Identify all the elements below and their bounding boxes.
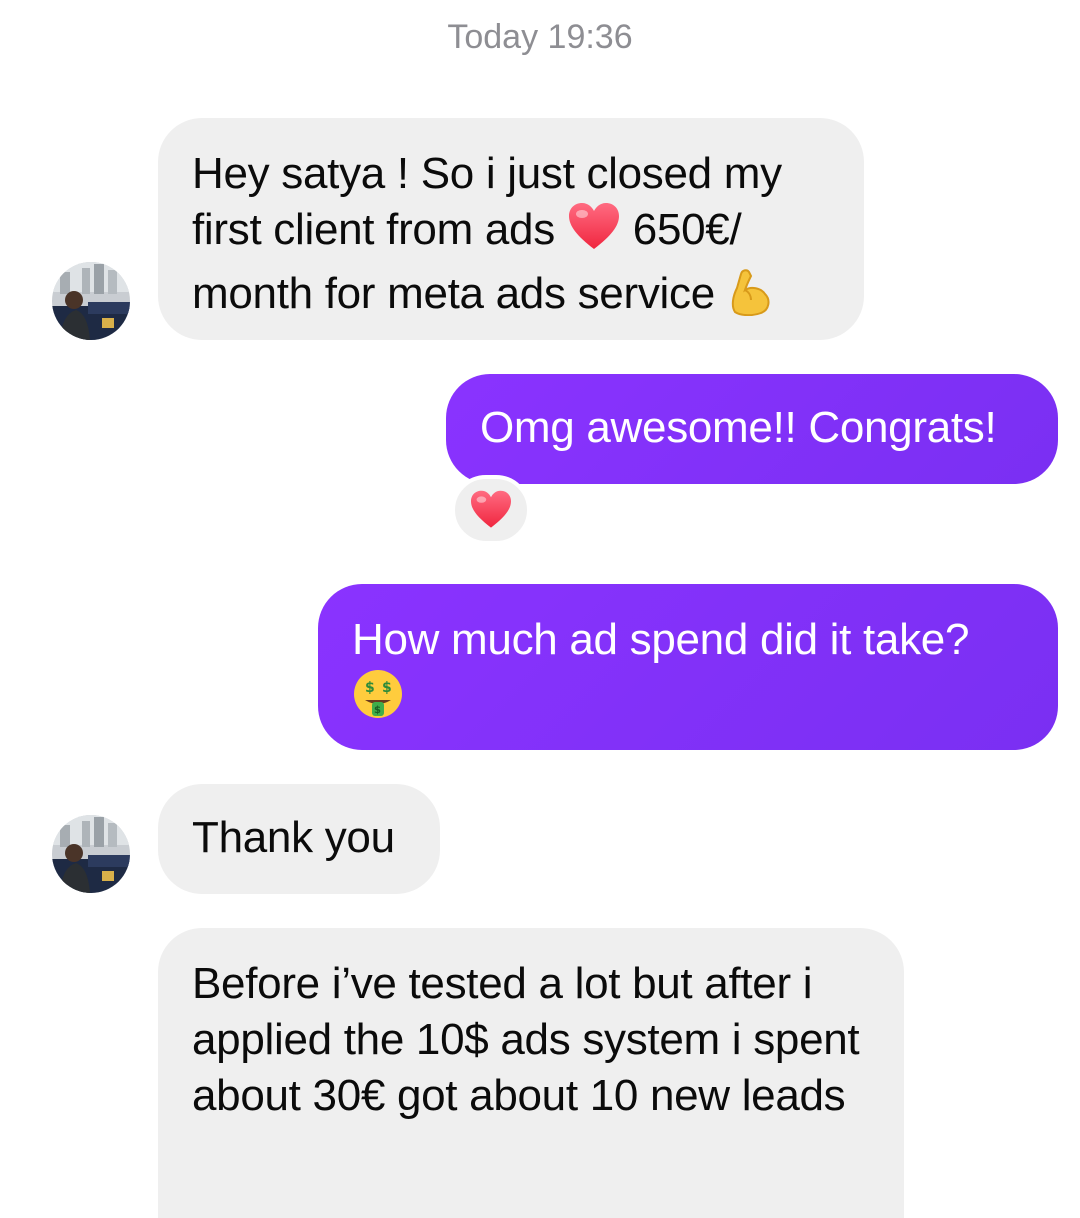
svg-text:$: $ [365, 680, 374, 696]
incoming-message[interactable]: Thank you [158, 784, 440, 894]
red-heart-icon [471, 490, 511, 528]
message-text: Thank you [192, 813, 395, 862]
flexed-biceps-icon [727, 266, 775, 330]
message-text: Omg awesome!! Congrats! [480, 403, 997, 452]
outgoing-message[interactable]: How much ad spend did it take? $ $ $ [318, 584, 1058, 750]
message-text: Before i’ve tested a lot but after i app… [192, 959, 860, 1120]
message-text: How much ad spend did it take? [352, 615, 970, 664]
incoming-message[interactable]: Hey satya ! So i just closed my first cl… [158, 118, 864, 340]
red-heart-icon [567, 202, 621, 266]
contact-avatar[interactable] [52, 815, 130, 893]
contact-avatar[interactable] [52, 262, 130, 340]
svg-text:$: $ [382, 680, 391, 696]
chat-timestamp: Today 19:36 [447, 18, 633, 56]
svg-text:$: $ [374, 705, 381, 716]
avatar-photo-icon [52, 262, 130, 340]
message-reaction[interactable] [451, 475, 531, 545]
money-mouth-face-icon: $ $ $ [352, 668, 404, 734]
incoming-message[interactable]: Before i’ve tested a lot but after i app… [158, 928, 904, 1218]
outgoing-message[interactable]: Omg awesome!! Congrats! [446, 374, 1058, 484]
avatar-photo-icon [52, 815, 130, 893]
